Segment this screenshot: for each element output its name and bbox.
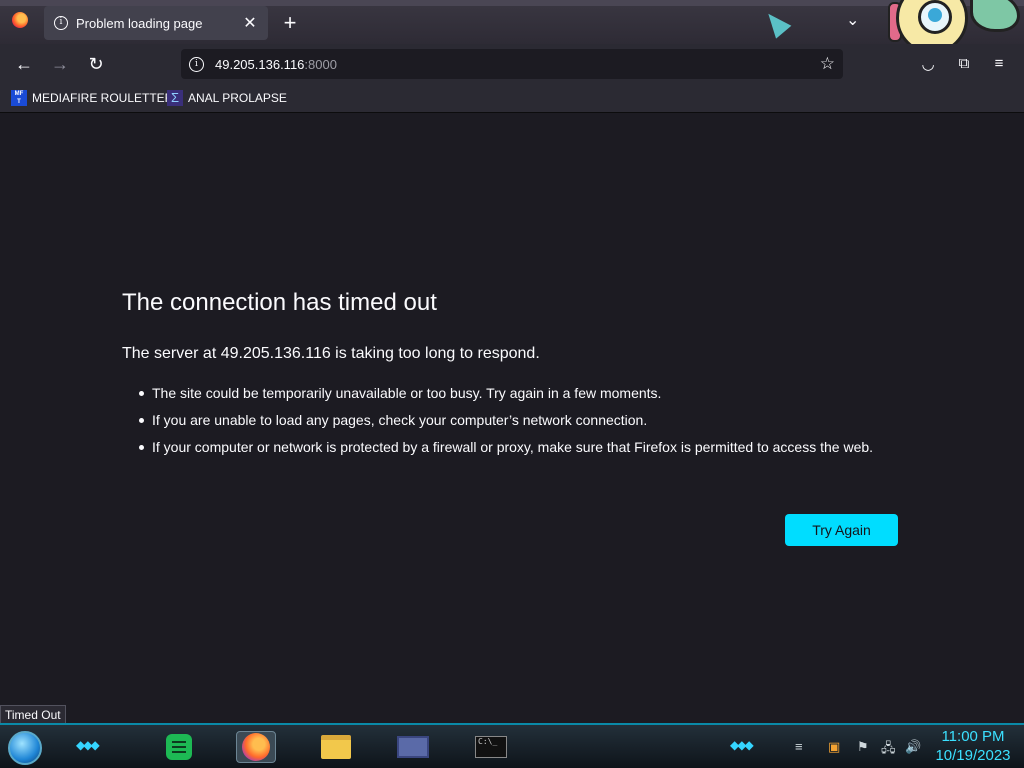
- address-bar[interactable]: i 49.205.136.116 :8000 ☆: [181, 49, 843, 79]
- mascot-horn: [970, 0, 1020, 32]
- error-suggestions: The site could be temporarily unavailabl…: [137, 383, 897, 464]
- command-prompt-icon: C:\_: [475, 736, 507, 758]
- sigma-bookmark-icon: Σ: [167, 90, 183, 106]
- start-button[interactable]: [8, 731, 42, 765]
- error-title: The connection has timed out: [122, 289, 437, 316]
- system-clock[interactable]: 11:00 PM 10/19/2023: [928, 727, 1018, 765]
- taskbar-decoration-icon: ◆◆◆: [730, 738, 754, 752]
- taskbar-file-explorer[interactable]: [316, 731, 356, 763]
- taskbar-firefox[interactable]: [236, 731, 276, 763]
- taskbar: ◆◆◆ C:\_ ◆◆◆ ≡ ▣ ⚑ 🖧 🔊 11:00 PM 10/19/20…: [0, 723, 1024, 768]
- bookmark-label: ANAL PROLAPSE: [188, 91, 287, 105]
- cursor-decoration-icon: [760, 7, 792, 39]
- bookmarks-toolbar: MF T MEDIAFIRE ROULETTER Σ ANAL PROLAPSE: [0, 84, 1024, 113]
- clock-time: 11:00 PM: [941, 728, 1005, 745]
- page-content: The connection has timed out The server …: [0, 113, 1024, 723]
- hamburger-menu-icon[interactable]: ≡: [990, 55, 1008, 72]
- forward-button[interactable]: →: [50, 54, 70, 74]
- list-item: If you are unable to load any pages, che…: [137, 410, 897, 430]
- pocket-icon[interactable]: ◡: [919, 55, 937, 73]
- navigation-toolbar: ← → ↻ i 49.205.136.116 :8000 ☆ ◡ ⧉ ≡: [0, 44, 1024, 84]
- try-again-button[interactable]: Try Again: [785, 514, 898, 546]
- taskbar-control-panel[interactable]: [393, 731, 433, 763]
- taskbar-decoration-icon: ◆◆◆: [76, 738, 100, 752]
- tab-title: Problem loading page: [76, 15, 203, 31]
- bookmark-second[interactable]: Σ ANAL PROLAPSE: [167, 90, 287, 106]
- tray-app-icon[interactable]: ▣: [828, 739, 840, 755]
- volume-icon[interactable]: 🔊: [905, 739, 921, 755]
- back-button[interactable]: ←: [14, 54, 34, 74]
- list-item: If your computer or network is protected…: [137, 437, 897, 457]
- list-item: The site could be temporarily unavailabl…: [137, 383, 897, 403]
- mascot-pupil: [928, 8, 942, 22]
- error-subtitle: The server at 49.205.136.116 is taking t…: [122, 345, 540, 362]
- new-tab-button[interactable]: +: [280, 10, 300, 36]
- clock-date: 10/19/2023: [935, 747, 1011, 764]
- site-info-icon[interactable]: i: [189, 56, 204, 72]
- bookmark-star-icon[interactable]: ☆: [820, 54, 835, 74]
- url-port: :8000: [304, 56, 337, 72]
- reload-button[interactable]: ↻: [86, 54, 106, 74]
- tab-bar: i Problem loading page ✕ + ⌄: [0, 0, 1024, 54]
- file-explorer-icon: [321, 735, 351, 759]
- info-icon: i: [54, 16, 68, 30]
- spotify-icon: [166, 734, 192, 760]
- close-tab-icon[interactable]: ✕: [242, 13, 258, 33]
- control-panel-icon: [397, 736, 429, 758]
- mediafire-icon: MF T: [11, 90, 27, 106]
- taskbar-command-prompt[interactable]: C:\_: [471, 731, 511, 763]
- list-all-tabs-button[interactable]: ⌄: [846, 10, 859, 30]
- status-panel: Timed Out: [0, 705, 66, 725]
- bookmark-mediafire[interactable]: MF T MEDIAFIRE ROULETTER: [11, 90, 173, 106]
- firefox-menu-icon[interactable]: [12, 12, 28, 28]
- network-icon[interactable]: 🖧: [881, 739, 896, 761]
- url-host: 49.205.136.116: [215, 56, 305, 72]
- action-center-flag-icon[interactable]: ⚑: [857, 739, 869, 755]
- extensions-icon[interactable]: ⧉: [955, 55, 973, 72]
- tab-active[interactable]: i Problem loading page ✕: [44, 6, 268, 40]
- show-hidden-icons[interactable]: ≡: [795, 739, 803, 754]
- bookmark-label: MEDIAFIRE ROULETTER: [32, 91, 174, 105]
- taskbar-spotify[interactable]: [159, 731, 199, 763]
- firefox-icon: [242, 733, 270, 761]
